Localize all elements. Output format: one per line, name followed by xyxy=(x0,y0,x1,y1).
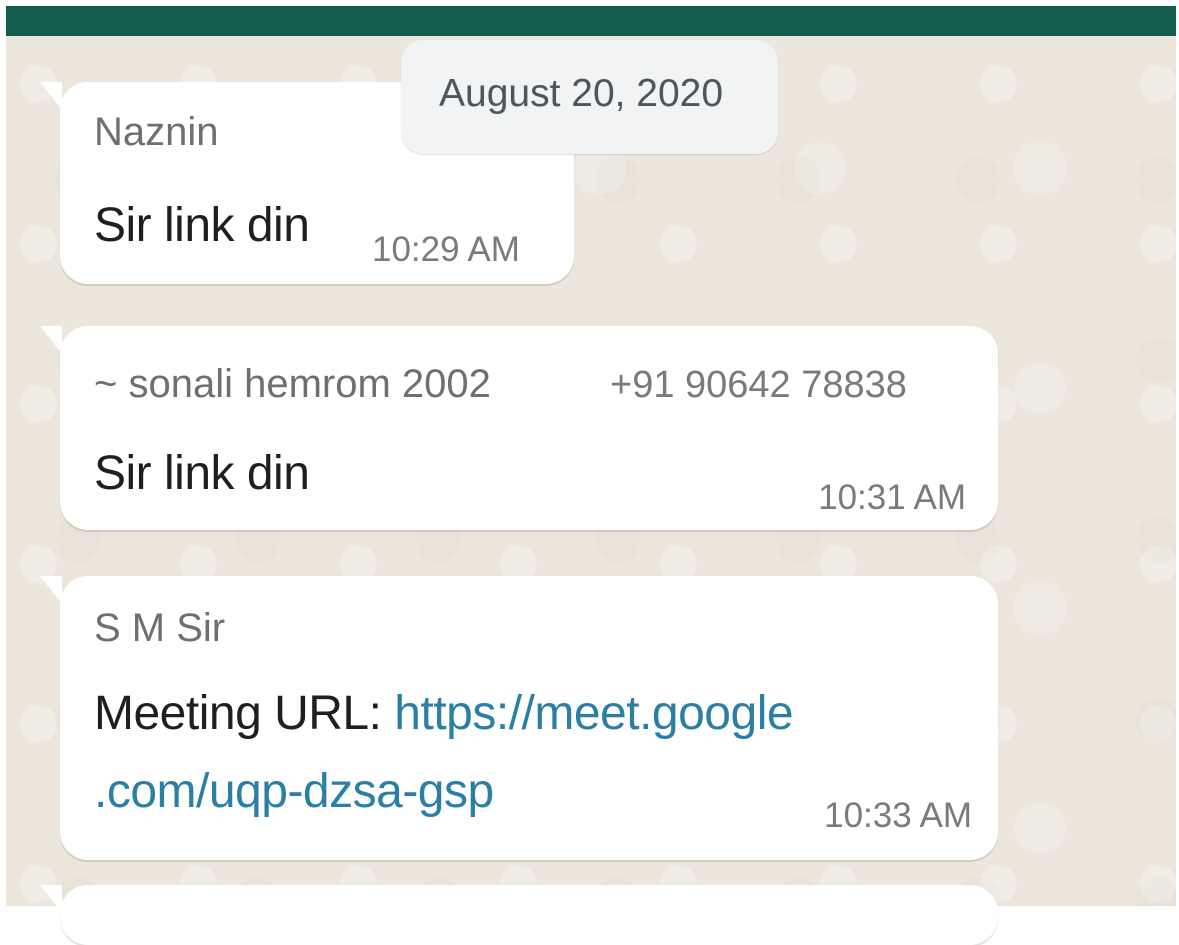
sender-name: ~ sonali hemrom 2002 xyxy=(94,362,491,406)
message-bubble[interactable]: ~ sonali hemrom 2002 +91 90642 78838 Sir… xyxy=(40,326,998,530)
date-separator: August 20, 2020 xyxy=(401,40,778,154)
message-time: 10:29 AM xyxy=(372,230,520,269)
message-text: Meeting URL: https://meet.google xyxy=(94,686,794,741)
chat-header-bar xyxy=(6,6,1176,36)
date-label: August 20, 2020 xyxy=(439,72,724,115)
message-bubble[interactable]: S M Sir Meeting URL: https://meet.google… xyxy=(40,576,998,860)
sender-name: S M Sir xyxy=(94,606,226,650)
message-text-continued: .com/uqp-dzsa-gsp xyxy=(94,764,494,819)
message-prefix: Meeting URL: xyxy=(94,687,395,740)
sender-name: Naznin xyxy=(94,110,219,154)
next-message-bubble xyxy=(40,885,998,945)
message-text: Sir link din xyxy=(94,447,310,500)
meeting-link[interactable]: https://meet.google xyxy=(394,687,793,740)
message-time: 10:31 AM xyxy=(818,478,966,517)
message-text: Sir link din xyxy=(94,199,310,252)
sender-phone: +91 90642 78838 xyxy=(610,364,907,406)
meeting-link-continued[interactable]: .com/uqp-dzsa-gsp xyxy=(94,765,494,818)
message-time: 10:33 AM xyxy=(824,796,972,835)
